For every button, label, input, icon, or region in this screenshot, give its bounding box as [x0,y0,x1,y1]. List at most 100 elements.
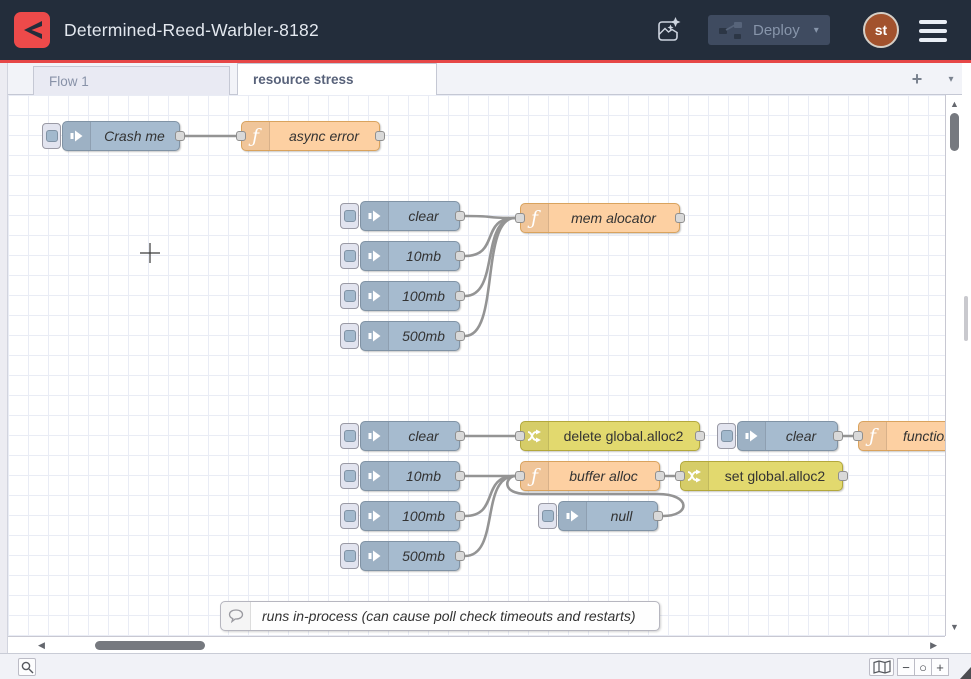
change-shuffle-icon [687,469,702,483]
node-mb500_b[interactable]: 500mb [360,541,460,571]
node-mem_alocator[interactable]: ƒmem alocator [520,203,680,233]
inject-trigger-button[interactable] [538,503,557,529]
vertical-scrollbar[interactable]: ▲ ▼ [945,95,962,636]
inject-icon [361,282,389,310]
function-icon: ƒ [521,204,549,232]
output-port[interactable] [455,431,465,441]
node-label: clear [390,202,457,230]
output-port[interactable] [455,511,465,521]
minimap-toggle-button[interactable] [869,658,894,676]
vertical-scroll-thumb[interactable] [950,113,959,151]
inject-icon [361,502,389,530]
output-port[interactable] [675,213,685,223]
node-delete_alloc2[interactable]: delete global.alloc2 [520,421,700,451]
tab-resource-stress[interactable]: resource stress [237,63,437,95]
wire-mb10_a-to-mem_alocator[interactable] [465,218,515,256]
instance-title: Determined-Reed-Warbler-8182 [64,0,319,60]
input-port[interactable] [853,431,863,441]
flowfuse-logo[interactable] [14,12,50,48]
inject-trigger-button[interactable] [340,283,359,309]
node-buffer_alloc[interactable]: ƒbuffer alloc [520,461,660,491]
output-port[interactable] [838,471,848,481]
node-function_c[interactable]: ƒfunction [858,421,945,451]
change-icon [521,422,549,450]
output-port[interactable] [653,511,663,521]
window-scroll-thumb[interactable] [964,296,968,341]
node-mb500_a[interactable]: 500mb [360,321,460,351]
zoom-out-button[interactable]: − [897,658,915,676]
input-port[interactable] [515,213,525,223]
inject-arrow-icon [368,549,382,563]
search-button[interactable] [18,658,36,676]
node-mb100_b[interactable]: 100mb [360,501,460,531]
node-clear_c[interactable]: clear [737,421,838,451]
node-clear_b[interactable]: clear [360,421,460,451]
function-icon: ƒ [242,122,270,150]
node-mb10_a[interactable]: 10mb [360,241,460,271]
scroll-up-arrow[interactable]: ▲ [946,99,963,109]
caret-down-icon[interactable]: ▾ [814,25,819,36]
horizontal-scrollbar[interactable]: ◀ ▶ [8,636,945,653]
flow-canvas[interactable]: Crash me ƒasync error clear 10mb 100mb 500mb ƒ… [8,95,945,636]
node-label: runs in-process (can cause poll check ti… [252,602,657,630]
inject-icon [361,242,389,270]
input-port[interactable] [675,471,685,481]
output-port[interactable] [455,211,465,221]
ai-assistant-button[interactable] [651,13,687,47]
output-port[interactable] [455,251,465,261]
node-label: Crash me [92,122,177,150]
inject-trigger-button[interactable] [340,543,359,569]
node-null_inject[interactable]: null [558,501,658,531]
inject-arrow-icon [566,509,580,523]
node-mb100_a[interactable]: 100mb [360,281,460,311]
inject-trigger-button[interactable] [717,423,736,449]
inject-trigger-button[interactable] [340,463,359,489]
scroll-left-arrow[interactable]: ◀ [38,640,45,651]
ai-flow-icon [654,15,684,45]
node-comment_1[interactable]: runs in-process (can cause poll check ti… [220,601,660,631]
inject-trigger-button[interactable] [340,203,359,229]
flow-list-button[interactable]: ▾ [938,65,964,93]
output-port[interactable] [833,431,843,441]
tab-flow-1[interactable]: Flow 1 [33,66,230,95]
main-menu-button[interactable] [919,20,949,42]
resize-grip[interactable] [960,667,971,679]
function-f-icon: ƒ [531,209,538,228]
zoom-in-button[interactable]: + [931,658,949,676]
scroll-right-arrow[interactable]: ▶ [930,640,937,651]
output-port[interactable] [655,471,665,481]
inject-trigger-button[interactable] [340,503,359,529]
inject-trigger-button[interactable] [340,323,359,349]
inject-trigger-button[interactable] [340,243,359,269]
output-port[interactable] [375,131,385,141]
crosshair-cursor [139,242,161,264]
node-mb10_b[interactable]: 10mb [360,461,460,491]
scroll-down-arrow[interactable]: ▼ [946,622,963,632]
input-port[interactable] [236,131,246,141]
map-icon [873,660,891,674]
node-label: delete global.alloc2 [550,422,697,450]
inject-trigger-button[interactable] [340,423,359,449]
node-crash_me[interactable]: Crash me [62,121,180,151]
add-flow-button[interactable]: + [903,65,931,93]
output-port[interactable] [455,471,465,481]
horizontal-scroll-thumb[interactable] [95,641,205,650]
node-set_alloc2[interactable]: set global.alloc2 [680,461,843,491]
output-port[interactable] [455,551,465,561]
input-port[interactable] [515,431,525,441]
output-port[interactable] [455,331,465,341]
inject-trigger-button[interactable] [42,123,61,149]
output-port[interactable] [455,291,465,301]
output-port[interactable] [175,131,185,141]
zoom-reset-button[interactable]: ○ [914,658,932,676]
flowfuse-logo-icon [20,18,44,42]
deploy-nodes-icon [718,20,744,40]
input-port[interactable] [515,471,525,481]
output-port[interactable] [695,431,705,441]
user-avatar[interactable]: st [863,12,899,48]
node-async_error[interactable]: ƒasync error [241,121,380,151]
deploy-button[interactable]: Deploy ▾ [708,15,830,45]
node-clear_a[interactable]: clear [360,201,460,231]
deploy-label: Deploy [753,22,800,39]
node-label: 500mb [390,542,457,570]
